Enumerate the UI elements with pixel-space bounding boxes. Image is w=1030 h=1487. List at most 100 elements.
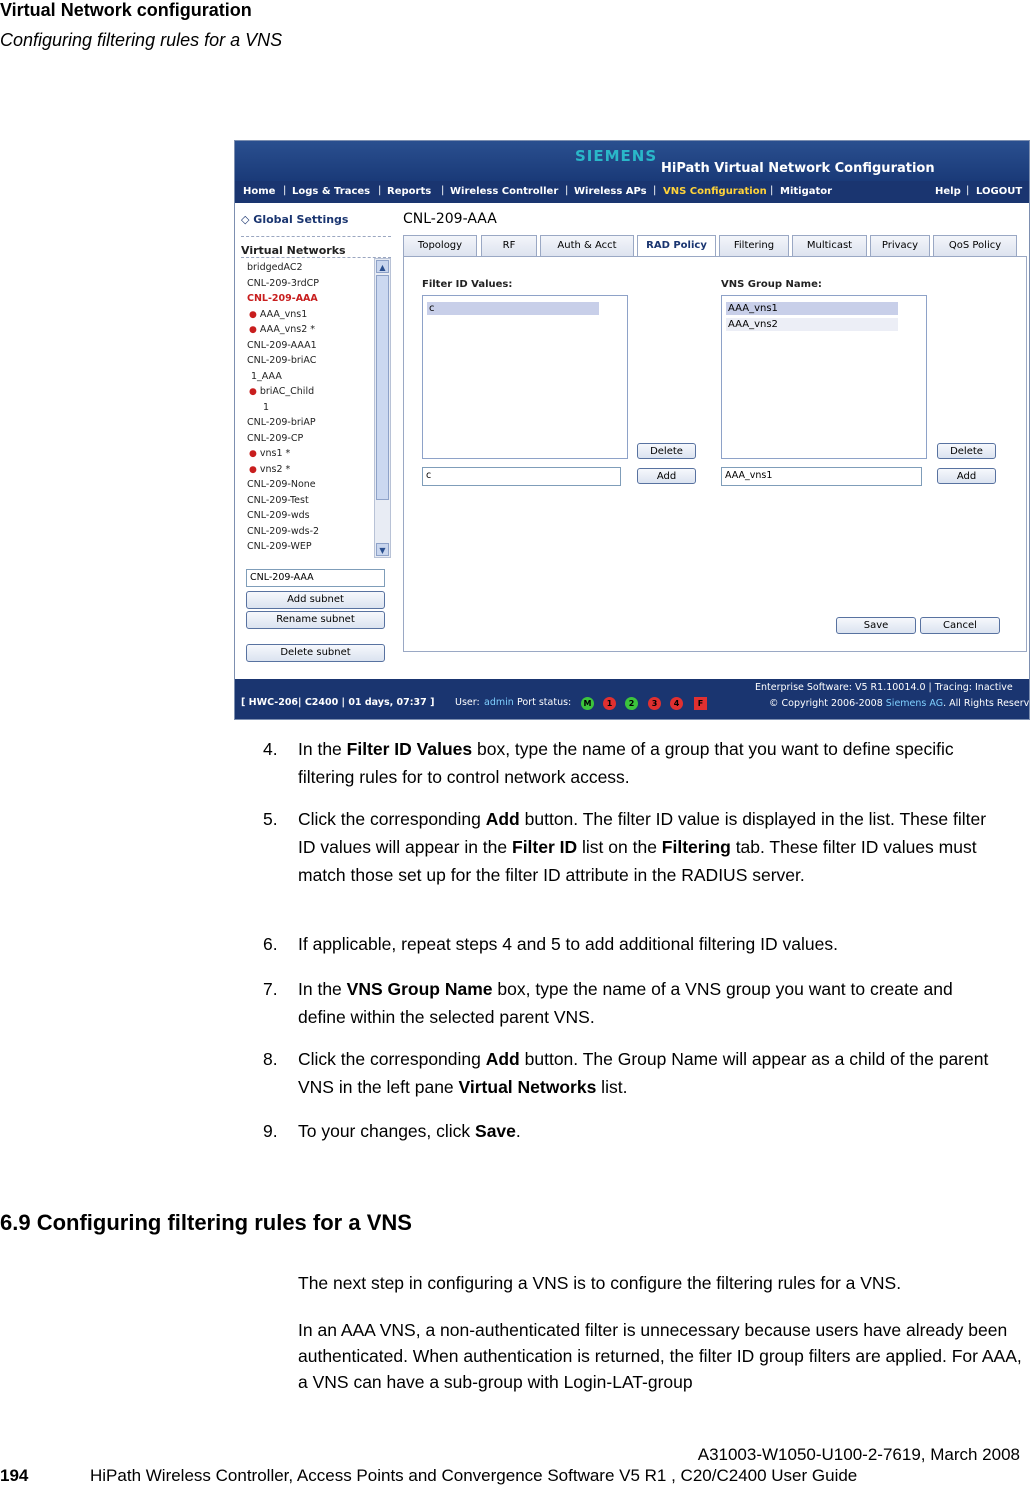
filter-id-list[interactable]: c bbox=[422, 295, 628, 459]
emphasis: Filter ID bbox=[512, 837, 578, 857]
nav-home[interactable]: Home bbox=[243, 186, 275, 197]
vns-item[interactable]: CNL-209-briAP bbox=[247, 415, 373, 431]
filter-id-input[interactable]: c bbox=[422, 467, 621, 486]
nav-logs-traces[interactable]: Logs & Traces bbox=[292, 186, 370, 197]
nav-wireless-controller[interactable]: Wireless Controller bbox=[450, 186, 558, 197]
vns-name-title: CNL-209-AAA bbox=[403, 211, 497, 227]
emphasis: Add bbox=[485, 809, 520, 829]
section-heading: 6.9 Configuring filtering rules for a VN… bbox=[0, 1210, 412, 1235]
nav-separator: | bbox=[770, 185, 774, 196]
vns-child-label: briAC_Child bbox=[259, 386, 315, 397]
nav-logout[interactable]: LOGOUT bbox=[976, 186, 1022, 197]
app-banner: SIEMENS HiPath Virtual Network Configura… bbox=[235, 141, 1029, 181]
nav-bar: Home | Logs & Traces | Reports | Wireles… bbox=[235, 181, 1029, 203]
siemens-ag-link[interactable]: Siemens AG bbox=[886, 698, 943, 709]
vns-item[interactable]: CNL-209-AAA1 bbox=[247, 338, 373, 354]
bullet-icon: ● bbox=[249, 325, 257, 335]
nav-separator: | bbox=[653, 185, 657, 196]
vns-group-name-input[interactable]: AAA_vns1 bbox=[721, 467, 922, 486]
vns-child-item[interactable]: ● AAA_vns1 bbox=[247, 307, 373, 323]
tab-auth-acct[interactable]: Auth & Acct bbox=[540, 235, 634, 256]
filter-add-button[interactable]: Add bbox=[637, 468, 696, 484]
vns-child-item[interactable]: ● briAC_Child bbox=[247, 384, 373, 400]
siemens-logo: SIEMENS bbox=[575, 147, 658, 165]
rename-subnet-button[interactable]: Rename subnet bbox=[246, 611, 385, 629]
tab-filtering[interactable]: Filtering bbox=[719, 235, 789, 256]
user-name-link[interactable]: admin bbox=[484, 697, 514, 708]
virtual-networks-heading: Virtual Networks bbox=[241, 244, 346, 257]
vns-item[interactable]: CNL-209-briAC bbox=[247, 353, 373, 369]
main-pane: CNL-209-AAA Topology RF Auth & Acct RAD … bbox=[395, 203, 1029, 679]
step-number: 6. bbox=[263, 934, 278, 954]
vns-child-wrap[interactable]: 1 bbox=[247, 400, 373, 416]
vns-item-wrap[interactable]: 1_AAA bbox=[247, 369, 373, 385]
emphasis: Save bbox=[475, 1121, 516, 1141]
vns-item[interactable]: CNL-209-wds bbox=[247, 508, 373, 524]
step-text: In the Filter ID Values box, type the na… bbox=[298, 735, 998, 791]
vns-child-item[interactable]: ● vns1 * bbox=[247, 446, 373, 462]
nav-vns-configuration[interactable]: VNS Configuration bbox=[663, 186, 767, 197]
tab-qos-policy[interactable]: QoS Policy bbox=[933, 235, 1017, 256]
text: Click the corresponding bbox=[298, 1049, 486, 1069]
vns-item[interactable]: CNL-209-wds-2 bbox=[247, 524, 373, 540]
list-item[interactable]: AAA_vns1 bbox=[726, 302, 898, 315]
vns-child-label: AAA_vns2 * bbox=[259, 324, 316, 335]
tab-multicast[interactable]: Multicast bbox=[792, 235, 867, 256]
vns-child-label: vns2 * bbox=[259, 463, 291, 475]
vns-list-scrollbar[interactable]: ▲ ▼ bbox=[374, 258, 391, 558]
page-footer: 194 HiPath Wireless Controller, Access P… bbox=[0, 1466, 857, 1486]
port-1-icon: 1 bbox=[603, 697, 616, 710]
nav-separator: | bbox=[441, 185, 445, 196]
vns-item[interactable]: CNL-209-None bbox=[247, 477, 373, 493]
step-text: Click the corresponding Add button. The … bbox=[298, 1045, 998, 1101]
list-item[interactable]: AAA_vns2 bbox=[726, 318, 898, 331]
vns-child-label: vns1 * bbox=[259, 448, 291, 459]
nav-wireless-aps[interactable]: Wireless APs bbox=[574, 186, 647, 197]
emphasis: VNS Group Name bbox=[346, 979, 493, 999]
step-text: Click the corresponding Add button. The … bbox=[298, 805, 998, 889]
scroll-down-icon[interactable]: ▼ bbox=[376, 543, 389, 556]
emphasis: Add bbox=[485, 1049, 520, 1069]
page-number: 194 bbox=[0, 1466, 29, 1485]
nav-separator: | bbox=[378, 185, 382, 196]
rad-policy-panel: Filter ID Values: c Delete c Add VNS Gro… bbox=[403, 256, 1027, 652]
port-m-icon: M bbox=[581, 697, 594, 710]
vns-item[interactable]: CNL-209-CP bbox=[247, 431, 373, 447]
vns-item[interactable]: CNL-209-Test bbox=[247, 493, 373, 509]
tab-rf[interactable]: RF bbox=[481, 235, 537, 256]
filter-delete-button[interactable]: Delete bbox=[637, 443, 696, 459]
step-number: 5. bbox=[263, 809, 278, 829]
vns-group-list[interactable]: AAA_vns1 AAA_vns2 bbox=[721, 295, 927, 459]
group-delete-button[interactable]: Delete bbox=[937, 443, 996, 459]
vns-item[interactable]: CNL-209-3rdCP bbox=[247, 276, 373, 292]
filter-id-label: Filter ID Values: bbox=[422, 279, 513, 290]
add-subnet-button[interactable]: Add subnet bbox=[246, 591, 385, 609]
screenshot: SIEMENS HiPath Virtual Network Configura… bbox=[234, 140, 1030, 720]
nav-help[interactable]: Help bbox=[935, 186, 961, 197]
scroll-up-icon[interactable]: ▲ bbox=[376, 260, 389, 273]
vns-child-item[interactable]: ● vns2 * bbox=[247, 462, 373, 478]
bullet-icon: ● bbox=[249, 449, 257, 459]
nav-mitigator[interactable]: Mitigator bbox=[780, 186, 832, 197]
tab-privacy[interactable]: Privacy bbox=[870, 235, 930, 256]
tab-topology[interactable]: Topology bbox=[403, 235, 477, 256]
copyright-text: © Copyright 2006-2008 bbox=[769, 698, 883, 709]
list-item[interactable]: c bbox=[427, 302, 599, 315]
tab-rad-policy[interactable]: RAD Policy bbox=[637, 235, 716, 257]
cancel-button[interactable]: Cancel bbox=[920, 617, 1000, 634]
group-add-button[interactable]: Add bbox=[937, 468, 996, 484]
vns-child-item[interactable]: ● AAA_vns2 * bbox=[247, 322, 373, 338]
scroll-thumb[interactable] bbox=[376, 275, 389, 500]
step-text: If applicable, repeat steps 4 and 5 to a… bbox=[298, 934, 838, 954]
virtual-networks-list: bridgedAC2 CNL-209-3rdCP CNL-209-AAA ● AA… bbox=[247, 260, 373, 560]
global-settings-link[interactable]: ◇ Global Settings bbox=[241, 213, 348, 226]
subnet-name-input[interactable]: CNL-209-AAA bbox=[246, 569, 385, 587]
vns-item[interactable]: CNL-209-WEP bbox=[247, 539, 373, 555]
save-button[interactable]: Save bbox=[836, 617, 916, 634]
step-text: To your changes, click Save. bbox=[298, 1117, 998, 1145]
nav-reports[interactable]: Reports bbox=[387, 186, 431, 197]
status-bar: [ HWC-206| C2400 | 01 days, 07:37 ] User… bbox=[235, 679, 1029, 719]
delete-subnet-button[interactable]: Delete subnet bbox=[246, 644, 385, 662]
vns-item[interactable]: bridgedAC2 bbox=[247, 260, 373, 276]
vns-item-selected[interactable]: CNL-209-AAA bbox=[247, 291, 373, 307]
